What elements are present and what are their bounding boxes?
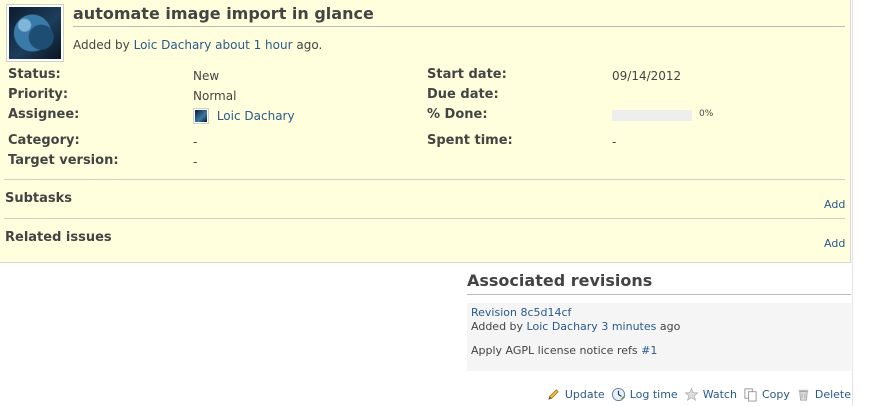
author-avatar bbox=[6, 4, 64, 62]
target-version-value: - bbox=[193, 155, 198, 169]
issue-action-bar: Update Log time Watch Copy Delete bbox=[540, 387, 851, 402]
issue-age-link[interactable]: about 1 hour bbox=[215, 38, 292, 52]
revisions-divider bbox=[467, 294, 851, 295]
title-divider bbox=[73, 26, 845, 27]
copy-button[interactable]: Copy bbox=[743, 387, 790, 402]
subtasks-title: Subtasks bbox=[5, 191, 73, 206]
star-icon bbox=[684, 387, 699, 401]
assignee-avatar bbox=[193, 108, 209, 124]
category-value: - bbox=[193, 135, 198, 149]
issue-title: automate image import in glance bbox=[73, 4, 374, 23]
watch-button[interactable]: Watch bbox=[684, 387, 737, 402]
associated-revisions-heading: Associated revisions bbox=[467, 271, 653, 290]
spent-time-label: Spent time: bbox=[427, 133, 513, 148]
revision-entry: Revision 8c5d14cf Added by Loic Dachary … bbox=[467, 303, 851, 371]
author-link[interactable]: Loic Dachary bbox=[134, 38, 212, 52]
issue-details-box: automate image import in glance Added by… bbox=[0, 0, 851, 263]
due-date-label: Due date: bbox=[427, 87, 499, 102]
add-subtask-link[interactable]: Add bbox=[824, 198, 845, 211]
target-version-label: Target version: bbox=[8, 153, 119, 168]
issue-added-by: Added by Loic Dachary about 1 hour ago. bbox=[73, 38, 323, 52]
priority-value: Normal bbox=[193, 89, 237, 103]
done-label: % Done: bbox=[427, 107, 488, 122]
related-issues-title: Related issues bbox=[5, 230, 112, 245]
done-progress-bar bbox=[612, 110, 692, 121]
divider bbox=[4, 218, 845, 219]
revision-link[interactable]: Revision 8c5d14cf bbox=[471, 306, 571, 319]
pencil-icon bbox=[548, 389, 559, 400]
assignee-link[interactable]: Loic Dachary bbox=[217, 109, 295, 123]
category-label: Category: bbox=[8, 133, 80, 148]
done-percent: 0% bbox=[699, 109, 714, 119]
revision-message: Apply AGPL license notice refs #1 bbox=[471, 344, 658, 357]
clock-icon bbox=[611, 387, 625, 402]
issue-ref-link[interactable]: #1 bbox=[641, 344, 657, 357]
trash-icon bbox=[798, 389, 809, 401]
revision-age-link[interactable]: 3 minutes bbox=[601, 320, 656, 333]
start-date-value: 09/14/2012 bbox=[612, 69, 682, 83]
assignee-value: Loic Dachary bbox=[193, 108, 295, 124]
priority-label: Priority: bbox=[8, 87, 69, 102]
scrollbar-track[interactable] bbox=[852, 0, 869, 406]
delete-button[interactable]: Delete bbox=[796, 387, 851, 402]
add-related-issue-link[interactable]: Add bbox=[824, 237, 845, 250]
copy-icon bbox=[744, 388, 757, 402]
start-date-label: Start date: bbox=[427, 67, 507, 82]
divider bbox=[4, 179, 845, 180]
update-button[interactable]: Update bbox=[546, 387, 605, 402]
assignee-label: Assignee: bbox=[8, 107, 80, 122]
log-time-button[interactable]: Log time bbox=[611, 387, 678, 402]
revision-author-link[interactable]: Loic Dachary bbox=[527, 320, 598, 333]
revision-added-by: Added by Loic Dachary 3 minutes ago bbox=[471, 320, 681, 333]
status-label: Status: bbox=[8, 67, 61, 82]
spent-time-value: - bbox=[612, 135, 617, 149]
status-value: New bbox=[193, 69, 220, 83]
